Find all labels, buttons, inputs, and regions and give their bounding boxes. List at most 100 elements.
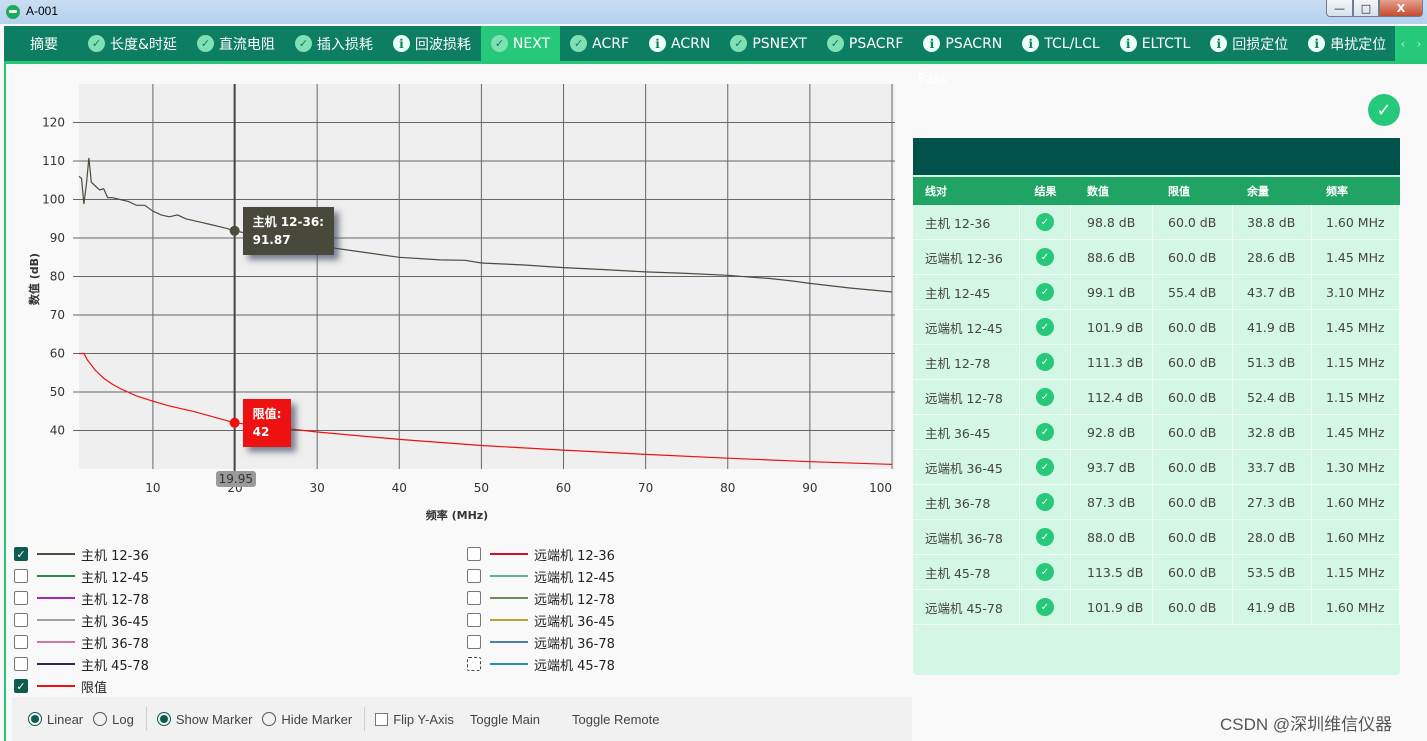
radio-show-marker[interactable] [156,712,171,726]
table-row[interactable]: 远端机 36-45 ✓ 93.7 dB 60.0 dB 33.7 dB 1.30 MHz [913,450,1400,485]
show-marker-radio[interactable]: Show Marker [156,712,252,727]
flip-y-box[interactable] [375,712,389,726]
check-circle-icon: ✓ [730,35,748,52]
table-row[interactable]: 主机 12-78 ✓ 111.3 dB 60.0 dB 51.3 dB 1.15 MHz [913,345,1400,380]
pass-icon: ✓ [1036,283,1054,301]
legend-checkbox[interactable] [467,613,481,627]
legend-item[interactable]: 主机 12-78 [14,587,149,609]
pass-icon: ✓ [1036,598,1054,616]
tab-7[interactable]: i ACRN [639,26,720,61]
legend-item[interactable]: 主机 36-45 [14,609,149,631]
tab-4[interactable]: i 回波损耗 [383,26,481,61]
tab-12[interactable]: i ELTCTL [1110,26,1201,61]
tab-9[interactable]: ✓ PSACRF [817,26,913,61]
radio-hide-marker[interactable] [262,712,277,726]
legend-checkbox[interactable] [467,547,481,561]
tab-label: NEXT [512,35,551,52]
legend-item[interactable]: ✓ 主机 12-36 [14,543,149,565]
table-row[interactable]: 主机 45-78 ✓ 113.5 dB 60.0 dB 53.5 dB 1.15 MHz [913,555,1400,590]
legend-item[interactable]: 远端机 45-78 [467,653,615,675]
legend-checkbox[interactable] [467,591,481,605]
tab-2[interactable]: ✓ 直流电阻 [187,26,285,61]
tab-label: 长度&时延 [110,36,177,53]
toggle-remote-button[interactable]: Toggle Remote [572,712,659,727]
tab-10[interactable]: i PSACRN [913,26,1012,61]
legend-label: 远端机 12-36 [534,548,615,564]
info-circle-icon: i [1308,35,1326,52]
legend-item[interactable]: 远端机 36-45 [467,609,615,631]
legend-checkbox[interactable]: ✓ [14,679,28,693]
legend-checkbox[interactable] [467,635,481,649]
table-row[interactable]: 主机 12-36 ✓ 98.8 dB 60.0 dB 38.8 dB 1.60 MHz [913,205,1400,240]
cell-margin: 32.8 dB [1233,415,1312,449]
legend-checkbox[interactable] [14,657,28,671]
table-row[interactable]: 远端机 36-78 ✓ 88.0 dB 60.0 dB 28.0 dB 1.60 MHz [913,520,1400,555]
scale-linear-radio[interactable]: Linear [28,712,83,727]
legend-item[interactable]: 远端机 12-45 [467,565,615,587]
cell-value: 112.4 dB [1071,380,1153,414]
tab-label: 回波损耗 [414,36,471,53]
legend-item[interactable]: 主机 36-78 [14,631,149,653]
cell-margin: 51.3 dB [1233,345,1312,379]
legend-checkbox[interactable] [14,569,28,583]
tab-6[interactable]: ✓ ACRF [560,26,639,61]
radio-log[interactable] [93,712,108,726]
table-row[interactable]: 远端机 12-78 ✓ 112.4 dB 60.0 dB 52.4 dB 1.15 MHz [913,380,1400,415]
flip-y-label: Flip Y-Axis [393,711,454,727]
table-row[interactable]: 远端机 12-36 ✓ 88.6 dB 60.0 dB 28.6 dB 1.45 MHz [913,240,1400,275]
pass-icon: ✓ [1036,388,1054,406]
tab-3[interactable]: ✓ 插入损耗 [285,26,383,61]
scale-log-radio[interactable]: Log [93,712,134,727]
table-row[interactable]: 主机 12-45 ✓ 99.1 dB 55.4 dB 43.7 dB 3.10 MHz [913,275,1400,310]
window-titlebar: A-001 — □ X [0,0,1427,24]
flip-y-checkbox[interactable]: Flip Y-Axis [375,712,454,727]
results-table-banner [913,138,1400,175]
window-controls: — □ X [1326,0,1423,17]
legend-checkbox[interactable]: ✓ [14,547,28,561]
legend-item[interactable]: 远端机 12-36 [467,543,615,565]
tab-1[interactable]: ✓ 长度&时延 [78,26,187,61]
radio-linear[interactable] [28,712,42,726]
legend-item[interactable]: ✓ 限值 [14,675,149,697]
maximize-button[interactable]: □ [1353,0,1379,17]
legend-checkbox[interactable] [467,569,481,583]
table-row[interactable]: 远端机 45-78 ✓ 101.9 dB 60.0 dB 41.9 dB 1.60 MHz [913,590,1400,625]
cell-value: 98.8 dB [1071,205,1153,239]
marker-x-badge[interactable]: 19.95 [215,471,256,487]
tab-8[interactable]: ✓ PSNEXT [720,26,817,61]
tab-5[interactable]: ✓ NEXT [480,26,561,61]
chevron-right-icon[interactable]: › [1417,37,1422,51]
toggle-main-button[interactable]: Toggle Main [470,712,540,727]
chevron-left-icon[interactable]: ‹ [1401,37,1406,51]
cell-result: ✓ [1020,485,1071,519]
legend-checkbox[interactable] [467,657,481,671]
tab-11[interactable]: i TCL/LCL [1012,26,1109,61]
hide-marker-label: Hide Marker [281,711,353,727]
table-row[interactable]: 远端机 12-45 ✓ 101.9 dB 60.0 dB 41.9 dB 1.45 MHz [913,310,1400,345]
legend-checkbox[interactable] [14,591,28,605]
table-row[interactable]: 主机 36-78 ✓ 87.3 dB 60.0 dB 27.3 dB 1.60 MHz [913,485,1400,520]
tab-label: PSNEXT [752,35,807,52]
legend-item[interactable]: 远端机 36-78 [467,631,615,653]
tab-13[interactable]: i 回损定位 [1200,26,1298,61]
table-row[interactable]: 主机 36-45 ✓ 92.8 dB 60.0 dB 32.8 dB 1.45 MHz [913,415,1400,450]
cell-pair: 主机 36-78 [913,485,1020,519]
tooltip-limit: 限值: 42 [242,398,292,447]
cell-value: 93.7 dB [1071,450,1153,484]
toolbar-divider [145,707,147,731]
info-circle-icon: i [1022,35,1040,52]
chart-svg[interactable]: 10 20 30 40 50 60 70 80 90 1004050607080901001101… [20,78,900,523]
legend-item[interactable]: 远端机 12-78 [467,587,615,609]
cell-freq: 1.15 MHz [1312,555,1400,589]
hide-marker-radio[interactable]: Hide Marker [262,712,352,727]
legend-item[interactable]: 主机 12-45 [14,565,149,587]
close-button[interactable]: X [1379,0,1423,17]
legend-checkbox[interactable] [14,613,28,627]
cell-freq: 1.30 MHz [1312,450,1400,484]
tab-label: 摘要 [30,36,58,53]
minimize-button[interactable]: — [1326,0,1353,17]
legend-item[interactable]: 主机 45-78 [14,653,149,675]
tab-0[interactable]: 摘要 [4,26,78,61]
legend-checkbox[interactable] [14,635,28,649]
tab-14[interactable]: i 串扰定位 [1298,26,1396,61]
